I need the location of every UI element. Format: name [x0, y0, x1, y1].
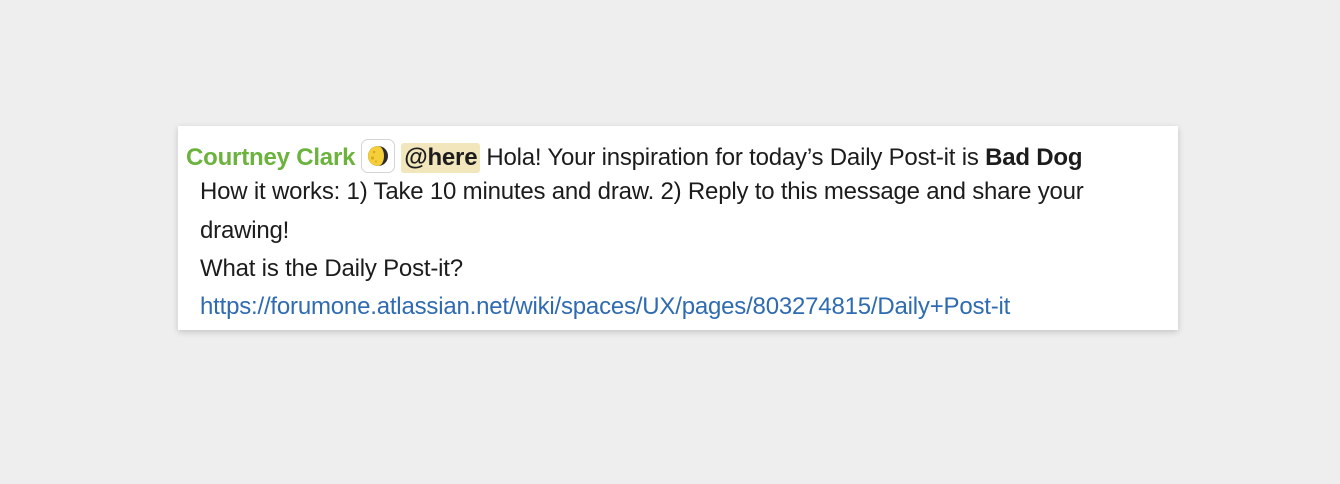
here-mention[interactable]: @here [401, 143, 481, 173]
link-line: https://forumone.atlassian.net/wiki/spac… [200, 292, 1010, 322]
status-badge[interactable] [361, 139, 396, 173]
instructions-line-continued: drawing! [200, 217, 290, 244]
theme-text: Bad Dog [985, 144, 1083, 171]
message-header-line: Courtney Clark @here Hola! Your inspiratio… [186, 139, 1083, 173]
instructions-line: How it works: 1) Take 10 minutes and dra… [200, 178, 1084, 205]
intro-text: Hola! Your inspiration for today’s Daily… [486, 144, 979, 171]
moon-icon [368, 146, 389, 166]
daily-post-it-link[interactable]: https://forumone.atlassian.net/wiki/spac… [200, 293, 1010, 320]
author-name[interactable]: Courtney Clark [186, 144, 355, 171]
question-line: What is the Daily Post-it? [200, 255, 463, 282]
message-card: Courtney Clark @here Hola! Your inspiratio… [178, 126, 1178, 330]
